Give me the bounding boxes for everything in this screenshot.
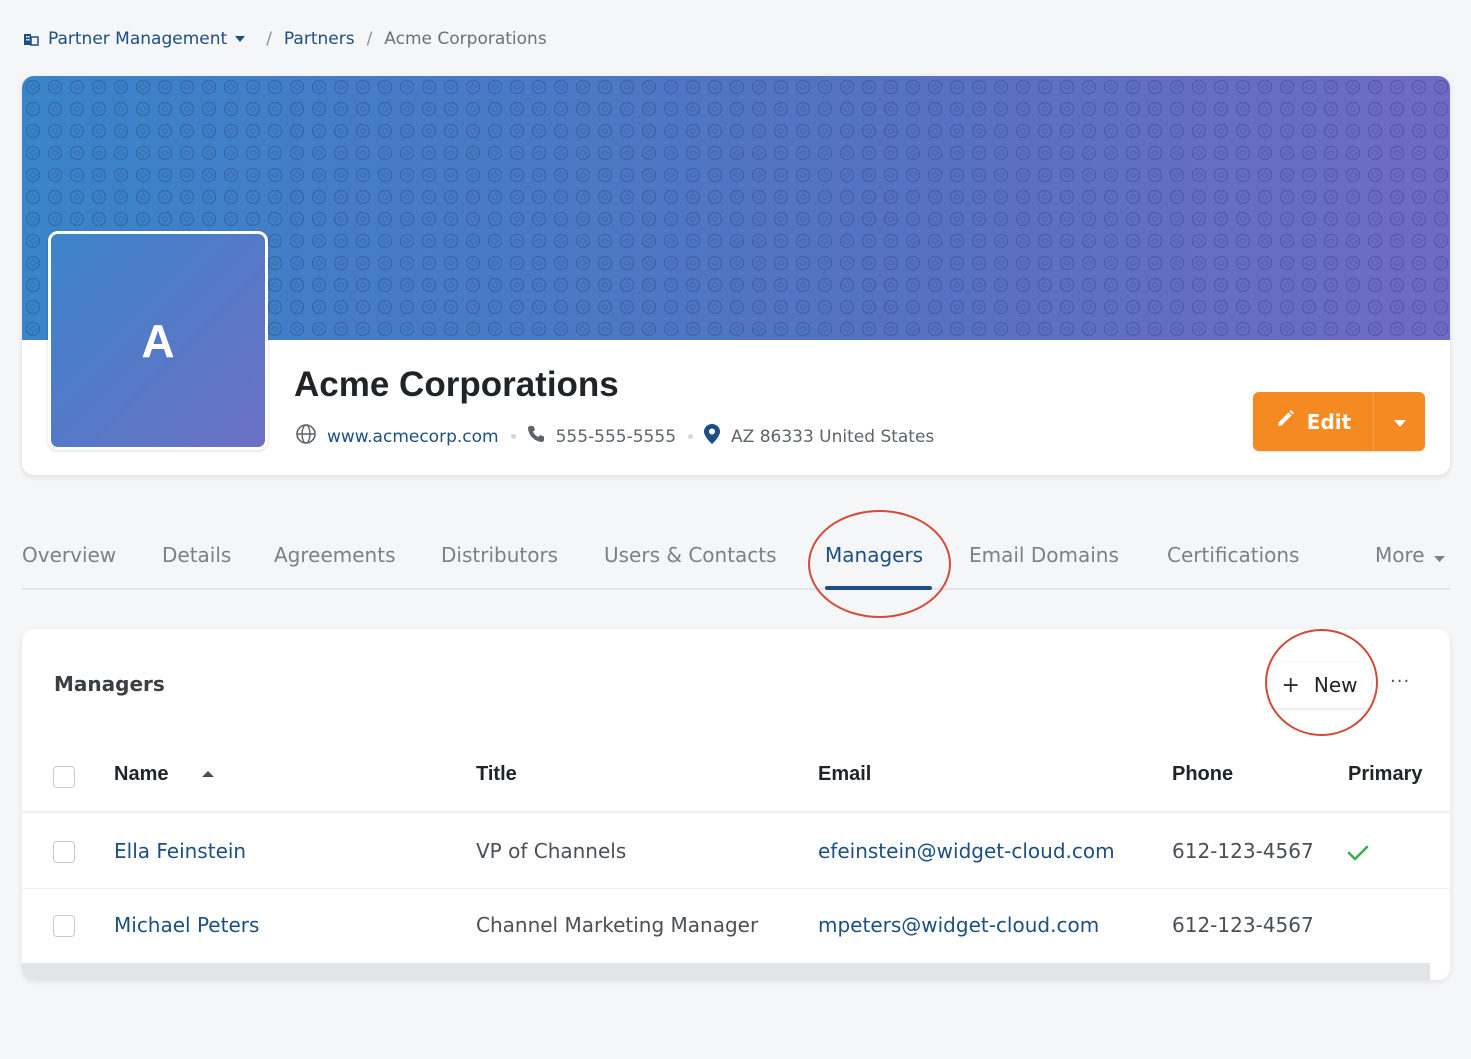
tab-more[interactable]: More	[1375, 543, 1445, 567]
column-header-name[interactable]: Name	[114, 763, 168, 786]
tab-distributors[interactable]: Distributors	[441, 543, 558, 567]
partner-header-card: A Acme Corporations www.acmecorp.com 555…	[22, 76, 1450, 475]
website-item: www.acmecorp.com	[295, 423, 499, 450]
meta-separator	[688, 434, 694, 439]
column-header-phone[interactable]: Phone	[1172, 763, 1233, 786]
breadcrumb-separator: /	[366, 29, 373, 49]
phone-item: 555-555-5555	[526, 424, 676, 449]
column-header-title[interactable]: Title	[476, 763, 517, 786]
chevron-down-icon	[1433, 543, 1445, 567]
manager-email-link[interactable]: mpeters@widget-cloud.com	[818, 913, 1099, 937]
sort-ascending-icon[interactable]	[202, 771, 214, 777]
tab-email-domains[interactable]: Email Domains	[969, 543, 1119, 567]
more-options-icon[interactable]: ···	[1390, 671, 1410, 692]
breadcrumb: Partner Management / Partners / Acme Cor…	[23, 29, 547, 49]
column-header-primary[interactable]: Primary	[1348, 763, 1423, 786]
tab-more-label: More	[1375, 543, 1425, 567]
check-icon	[1347, 843, 1369, 867]
location-item: AZ 86333 United States	[703, 423, 934, 450]
chevron-down-icon	[1393, 412, 1406, 431]
tab-agreements[interactable]: Agreements	[274, 543, 396, 567]
active-tab-indicator	[825, 586, 932, 590]
page-title: Acme Corporations	[294, 365, 619, 404]
breadcrumb-partners[interactable]: Partners	[284, 29, 355, 49]
plus-icon: +	[1281, 672, 1300, 698]
manager-phone: 612-123-4567	[1172, 913, 1314, 937]
breadcrumb-partner-management[interactable]: Partner Management	[48, 29, 227, 49]
row-checkbox[interactable]	[53, 915, 75, 937]
partner-avatar: A	[48, 231, 268, 450]
select-all-checkbox[interactable]	[53, 766, 75, 788]
tab-managers[interactable]: Managers	[825, 543, 923, 567]
manager-name-link[interactable]: Ella Feinstein	[114, 839, 246, 863]
phone-number: 555-555-5555	[555, 426, 677, 447]
phone-icon	[526, 424, 546, 449]
partner-tabs: Overview Details Agreements Distributors…	[22, 520, 1450, 590]
new-label: New	[1313, 673, 1358, 697]
tab-details[interactable]: Details	[162, 543, 231, 567]
column-header-email[interactable]: Email	[818, 763, 871, 786]
manager-name-link[interactable]: Michael Peters	[114, 913, 259, 937]
horizontal-scrollbar[interactable]	[22, 963, 1430, 980]
managers-title: Managers	[54, 672, 165, 696]
manager-title: VP of Channels	[476, 839, 627, 863]
edit-button-group: Edit	[1253, 392, 1425, 451]
globe-icon	[295, 423, 317, 450]
managers-card: Managers + New ··· Name Title Email Phon…	[22, 629, 1450, 980]
new-manager-button[interactable]: + New	[1268, 662, 1371, 708]
table-row: Michael Peters Channel Marketing Manager…	[22, 889, 1450, 963]
breadcrumb-separator: /	[266, 29, 272, 49]
map-pin-icon	[703, 423, 721, 450]
building-icon	[23, 32, 39, 46]
partner-meta: www.acmecorp.com 555-555-5555 AZ 86333 U…	[295, 423, 934, 450]
table-header: Name Title Email Phone Primary	[22, 743, 1450, 813]
tab-users-contacts[interactable]: Users & Contacts	[604, 543, 777, 567]
row-checkbox[interactable]	[53, 841, 75, 863]
meta-separator	[510, 434, 516, 439]
avatar-letter: A	[141, 314, 175, 367]
tab-overview[interactable]: Overview	[22, 543, 116, 567]
manager-email-link[interactable]: efeinstein@widget-cloud.com	[818, 839, 1115, 863]
website-link[interactable]: www.acmecorp.com	[327, 427, 499, 447]
chevron-down-icon[interactable]	[235, 36, 246, 42]
tab-certifications[interactable]: Certifications	[1167, 543, 1299, 567]
manager-phone: 612-123-4567	[1172, 839, 1314, 863]
edit-button[interactable]: Edit	[1253, 392, 1373, 451]
breadcrumb-current: Acme Corporations	[384, 29, 547, 49]
location-text: AZ 86333 United States	[731, 426, 935, 447]
edit-dropdown-button[interactable]	[1373, 392, 1425, 451]
edit-label: Edit	[1306, 409, 1352, 434]
table-row: Ella Feinstein VP of Channels efeinstein…	[22, 815, 1450, 889]
pencil-icon	[1275, 409, 1295, 434]
manager-title: Channel Marketing Manager	[476, 913, 759, 937]
